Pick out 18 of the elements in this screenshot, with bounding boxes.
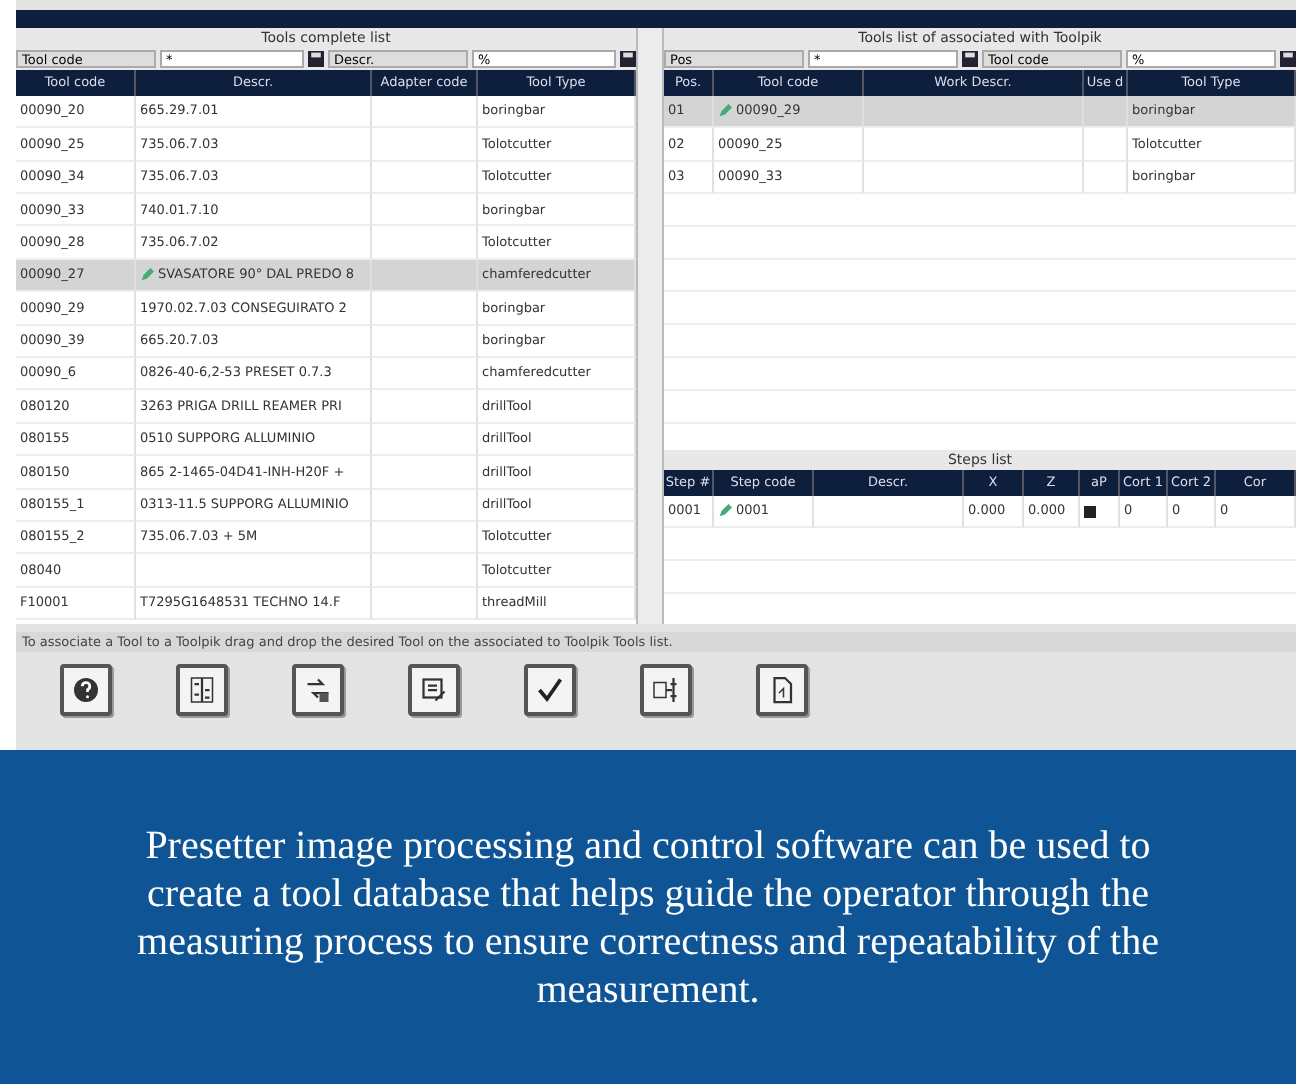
table-cell (372, 587, 478, 621)
pencil-icon (140, 267, 154, 282)
document-button[interactable] (756, 663, 808, 716)
swap-button[interactable] (292, 663, 344, 716)
pencil-icon (718, 504, 732, 519)
edit-button[interactable] (408, 663, 460, 716)
compare-button[interactable] (640, 663, 692, 716)
save-icon[interactable] (620, 49, 636, 68)
confirm-button[interactable] (524, 663, 576, 716)
columns-button[interactable] (176, 663, 228, 716)
save-icon[interactable] (962, 49, 978, 68)
checkbox[interactable] (1084, 505, 1096, 518)
save-icon[interactable] (308, 49, 324, 68)
help-button[interactable] (60, 663, 112, 716)
caption: Presetter image processing and control software can be used to create a tool database that helps guide the operator through the measuring process to ensure correctness and repeatability of the measurement. (0, 750, 1296, 1084)
pencil-icon (718, 104, 732, 119)
scrollbar[interactable] (636, 27, 664, 624)
save-icon[interactable] (1280, 49, 1296, 68)
